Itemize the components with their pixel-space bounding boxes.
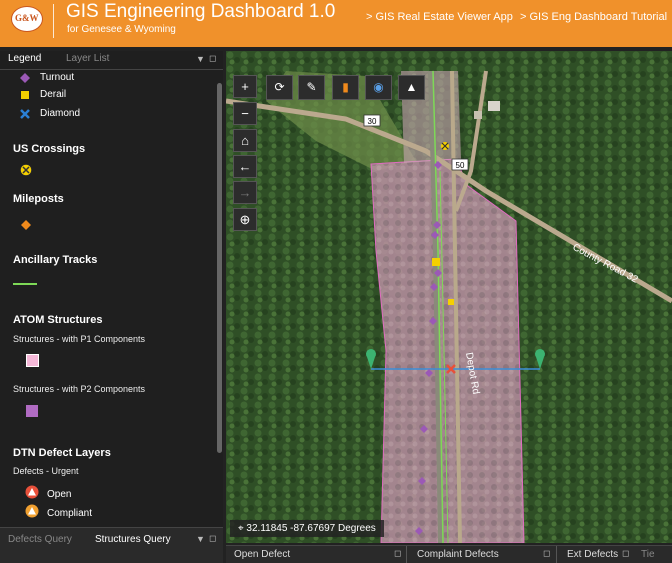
open-label: Open xyxy=(47,489,72,500)
coordinate-readout: ⌖ 32.11845 -87.67697 Degrees xyxy=(230,520,384,537)
app-subtitle: for Genesee & Wyoming xyxy=(67,24,176,35)
tab-defects-query[interactable]: Defects Query xyxy=(8,534,72,545)
bottom-dropdown-icon[interactable]: ▼ xyxy=(196,534,205,544)
zoom-in-button[interactable]: + xyxy=(233,75,257,98)
logo-text: G&W xyxy=(15,13,39,23)
legend-turnout-label: Turnout xyxy=(40,72,75,83)
structures-p1-label: Structures - with P1 Components xyxy=(13,334,146,344)
crossing-icon xyxy=(20,164,32,176)
satellite-map[interactable]: 30 50 County Road 32 Depot Rd xyxy=(226,51,672,543)
complaint-maximize-icon[interactable]: ◻ xyxy=(543,548,550,559)
tutorial-link[interactable]: > GIS Eng Dashboard Tutorial xyxy=(520,11,667,23)
open-defect-icon xyxy=(25,485,39,499)
legend-derail-label: Derail xyxy=(40,89,67,100)
zoom-out-button[interactable]: − xyxy=(233,102,257,125)
yellow-square-icon xyxy=(21,91,29,99)
back-icon[interactable]: ← xyxy=(233,155,257,178)
us-crossings-heading: US Crossings xyxy=(13,143,86,155)
blue-x-icon xyxy=(20,109,30,119)
locate-icon[interactable]: ⊕ xyxy=(233,208,257,231)
purple-square-icon xyxy=(26,405,38,417)
orange-diamond-icon xyxy=(21,220,31,230)
right-of-way-corridor xyxy=(371,159,524,543)
derail-marker[interactable] xyxy=(448,299,454,305)
draw-icon[interactable]: ✎ xyxy=(298,75,325,100)
tab-tie[interactable]: Tie xyxy=(641,549,655,560)
coordinate-text: 32.11845 -87.67697 Degrees xyxy=(246,523,376,534)
forward-icon[interactable]: → xyxy=(233,181,257,204)
compliant-defect-icon xyxy=(25,504,39,518)
route-30-text: 30 xyxy=(368,117,377,126)
basemap-icon[interactable]: ▲ xyxy=(398,75,425,100)
open-defect-maximize-icon[interactable]: ◻ xyxy=(394,548,401,559)
building xyxy=(488,101,500,111)
defects-urgent-label: Defects - Urgent xyxy=(13,466,79,476)
ext-maximize-icon[interactable]: ◻ xyxy=(622,548,629,559)
real-estate-viewer-link[interactable]: > GIS Real Estate Viewer App xyxy=(366,11,513,23)
tab-ext-defects[interactable]: Ext Defects xyxy=(567,549,618,560)
header-divider xyxy=(53,4,54,38)
bottom-maximize-icon[interactable]: ◻ xyxy=(209,533,216,544)
pink-square-icon xyxy=(26,354,39,367)
globe-icon[interactable]: ◉ xyxy=(365,75,392,100)
atom-structures-heading: ATOM Structures xyxy=(13,314,103,326)
route-50-text: 50 xyxy=(456,161,465,170)
tab-complaint-defects[interactable]: Complaint Defects xyxy=(417,549,499,560)
pin-icon[interactable]: ▮ xyxy=(332,75,359,100)
panel-maximize-icon[interactable]: ◻ xyxy=(209,53,216,64)
panel-tabs: Legend Layer List ▼ ◻ xyxy=(0,51,223,70)
bottom-right-panel: Open Defect ◻ Complaint Defects ◻ Ext De… xyxy=(226,545,672,563)
panel-dropdown-icon[interactable]: ▼ xyxy=(196,54,205,64)
tab-layer-list[interactable]: Layer List xyxy=(66,53,109,64)
compliant-label: Compliant xyxy=(47,508,93,519)
green-line-icon xyxy=(13,283,37,285)
legend-diamond-label: Diamond xyxy=(40,108,81,119)
legend-scrollbar[interactable] xyxy=(217,83,222,453)
tab-open-defect[interactable]: Open Defect xyxy=(234,549,290,560)
building xyxy=(474,111,482,119)
dtn-defect-layers-heading: DTN Defect Layers xyxy=(13,447,111,459)
tab-structures-query[interactable]: Structures Query xyxy=(95,534,171,545)
legend-panel: Legend Layer List ▼ ◻ Turnout Derail Dia… xyxy=(0,51,223,527)
app-title: GIS Engineering Dashboard 1.0 xyxy=(66,1,336,22)
bottom-left-panel: Defects Query Structures Query ▼ ◻ xyxy=(0,527,223,563)
gw-logo: G&W xyxy=(11,6,43,32)
mileposts-heading: Mileposts xyxy=(13,193,64,205)
home-button[interactable]: ⌂ xyxy=(233,129,257,152)
purple-diamond-icon xyxy=(20,73,30,83)
tab-divider xyxy=(556,546,557,563)
measure-icon[interactable]: ⟳ xyxy=(266,75,293,100)
structures-p2-label: Structures - with P2 Components xyxy=(13,384,146,394)
tab-legend[interactable]: Legend xyxy=(8,53,41,64)
header-bar: G&W GIS Engineering Dashboard 1.0 for Ge… xyxy=(0,0,672,47)
derail-marker[interactable] xyxy=(432,258,440,266)
map-view[interactable]: 30 50 County Road 32 Depot Rd + − ⌂ ← → … xyxy=(226,51,672,543)
ancillary-tracks-heading: Ancillary Tracks xyxy=(13,254,98,266)
tab-divider xyxy=(406,546,407,563)
